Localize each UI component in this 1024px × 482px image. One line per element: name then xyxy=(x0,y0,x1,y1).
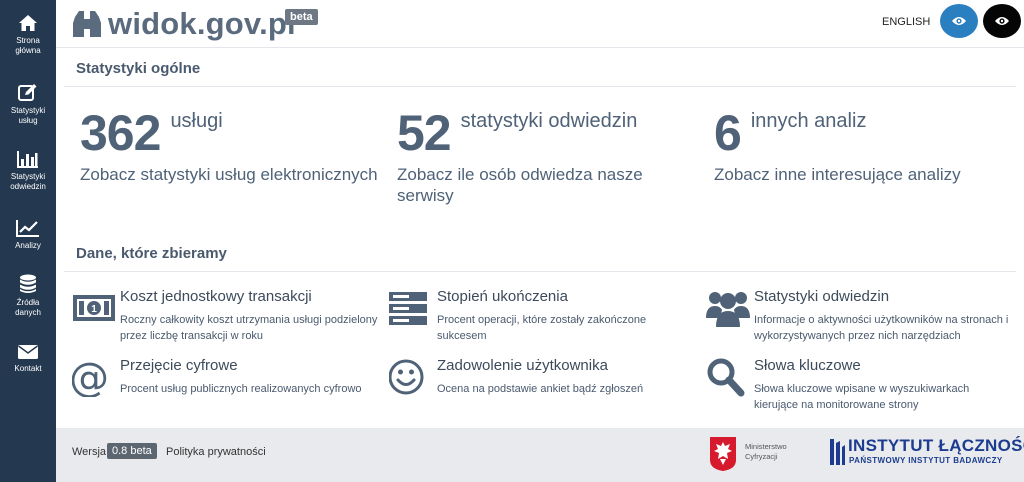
sidebar-item-visit-stats[interactable]: Statystyki odwiedzin xyxy=(0,150,56,192)
stat-unit: innych analiz xyxy=(750,110,867,132)
data-item-title: Statystyki odwiedzin xyxy=(754,288,890,305)
at-icon: @ xyxy=(72,357,109,397)
sidebar-item-home[interactable]: Strona główna xyxy=(0,14,56,56)
search-icon xyxy=(707,358,745,397)
users-icon xyxy=(706,292,750,327)
data-item-desc: Roczny całkowity koszt utrzymania usługi… xyxy=(120,314,378,342)
data-item-desc: Słowa kluczowe wpisane w wyszukiwarkach … xyxy=(754,383,970,411)
main-content: widok.gov.pl beta ENGLISH Statystyki ogó… xyxy=(56,0,1024,482)
stat-link-analyses[interactable]: Zobacz inne interesujące analizy xyxy=(714,164,1014,185)
edit-icon xyxy=(18,84,37,101)
eye-icon xyxy=(952,17,966,25)
contrast-toggle-button[interactable] xyxy=(940,4,978,38)
footer: Wersja 0.8 beta Polityka prywatności Min… xyxy=(56,428,1024,482)
stat-unit: usługi xyxy=(170,110,223,132)
line-chart-icon xyxy=(16,220,39,237)
eye-icon xyxy=(995,17,1009,25)
institute-subtitle: PAŃSTWOWY INSTYTUT BADAWCZY xyxy=(849,456,1003,465)
data-item-desc: Informacje o aktywności użytkowników na … xyxy=(754,314,1009,342)
sidebar-item-label: Statystyki odwiedzin xyxy=(10,172,46,191)
smile-icon xyxy=(389,359,424,395)
data-item-desc: Ocena na podstawie ankiet bądź zgłoszeń xyxy=(437,383,644,395)
data-item-title: Słowa kluczowe xyxy=(754,357,861,374)
version-label: Wersja xyxy=(72,446,107,458)
polish-eagle-icon xyxy=(710,437,736,471)
divider xyxy=(64,86,1016,87)
institute-mark-icon xyxy=(830,439,845,465)
data-item-title: Koszt jednostkowy transakcji xyxy=(120,288,312,305)
ministry-logo[interactable]: Ministerstwo Cyfryzacji xyxy=(709,436,787,477)
data-item-desc: Procent operacji, które zostały zakończo… xyxy=(437,314,647,342)
data-collected-title: Dane, które zbieramy xyxy=(76,245,227,262)
svg-text:@: @ xyxy=(72,357,109,397)
stat-link-services[interactable]: Zobacz statystyki usług elektronicznych xyxy=(80,164,380,185)
sidebar-item-label: Źródła danych xyxy=(15,298,41,317)
bar-chart-icon xyxy=(17,151,38,168)
sidebar-item-contact[interactable]: Kontakt xyxy=(0,344,56,374)
stat-number: 362 xyxy=(80,105,161,161)
binoculars-icon[interactable] xyxy=(72,9,102,44)
stat-visits: 52 statystyki odwiedzin Zobacz ile osób o… xyxy=(397,104,667,206)
sidebar-item-label: Kontakt xyxy=(14,364,42,373)
server-icon xyxy=(389,292,427,325)
stat-link-visits[interactable]: Zobacz ile osób odwiedza nasze serwisy xyxy=(397,164,667,206)
data-item-title: Stopień ukończenia xyxy=(437,288,568,305)
data-item-desc: Procent usług publicznych realizowanych … xyxy=(120,383,362,395)
stat-analyses: 6 innych analiz Zobacz inne interesujące … xyxy=(714,104,1014,185)
header: widok.gov.pl beta ENGLISH xyxy=(56,0,1024,48)
database-icon xyxy=(20,274,36,293)
sidebar-item-label: Strona główna xyxy=(15,36,41,55)
institute-name: INSTYTUT ŁĄCZNOŚCI xyxy=(848,436,1024,455)
beta-badge: beta xyxy=(285,9,318,25)
data-item-title: Zadowolenie użytkownika xyxy=(437,357,608,374)
site-logo-text[interactable]: widok.gov.pl xyxy=(108,6,296,42)
general-stats-title: Statystyki ogólne xyxy=(76,60,201,77)
sidebar-item-data-sources[interactable]: Źródła danych xyxy=(0,274,56,318)
sidebar-item-label: Analizy xyxy=(15,241,41,250)
envelope-icon xyxy=(18,345,38,359)
sidebar: Strona główna Statystyki usług Statystyk… xyxy=(0,0,56,482)
svg-text:1: 1 xyxy=(91,304,97,315)
ministry-name: Ministerstwo Cyfryzacji xyxy=(745,442,787,461)
sidebar-item-label: Statystyki usług xyxy=(10,106,46,125)
stat-number: 6 xyxy=(714,105,742,161)
sidebar-item-analyses[interactable]: Analizy xyxy=(0,219,56,251)
institute-logo[interactable]: INSTYTUT ŁĄCZNOŚCI PAŃSTWOWY INSTYTUT BA… xyxy=(828,436,1024,470)
privacy-policy-link[interactable]: Polityka prywatności xyxy=(166,446,266,458)
high-contrast-button[interactable] xyxy=(983,4,1021,38)
banknote-icon: 1 xyxy=(73,295,115,321)
language-switch-link[interactable]: ENGLISH xyxy=(882,16,930,28)
stat-number: 52 xyxy=(397,105,452,161)
version-badge: 0.8 beta xyxy=(107,443,157,459)
home-icon xyxy=(19,15,37,31)
stat-services: 362 usługi Zobacz statystyki usług elektr… xyxy=(80,104,380,185)
data-item-title: Przejęcie cyfrowe xyxy=(120,357,238,374)
stat-unit: statystyki odwiedzin xyxy=(460,110,638,132)
sidebar-item-service-stats[interactable]: Statystyki usług xyxy=(0,82,56,126)
divider xyxy=(64,271,1016,272)
